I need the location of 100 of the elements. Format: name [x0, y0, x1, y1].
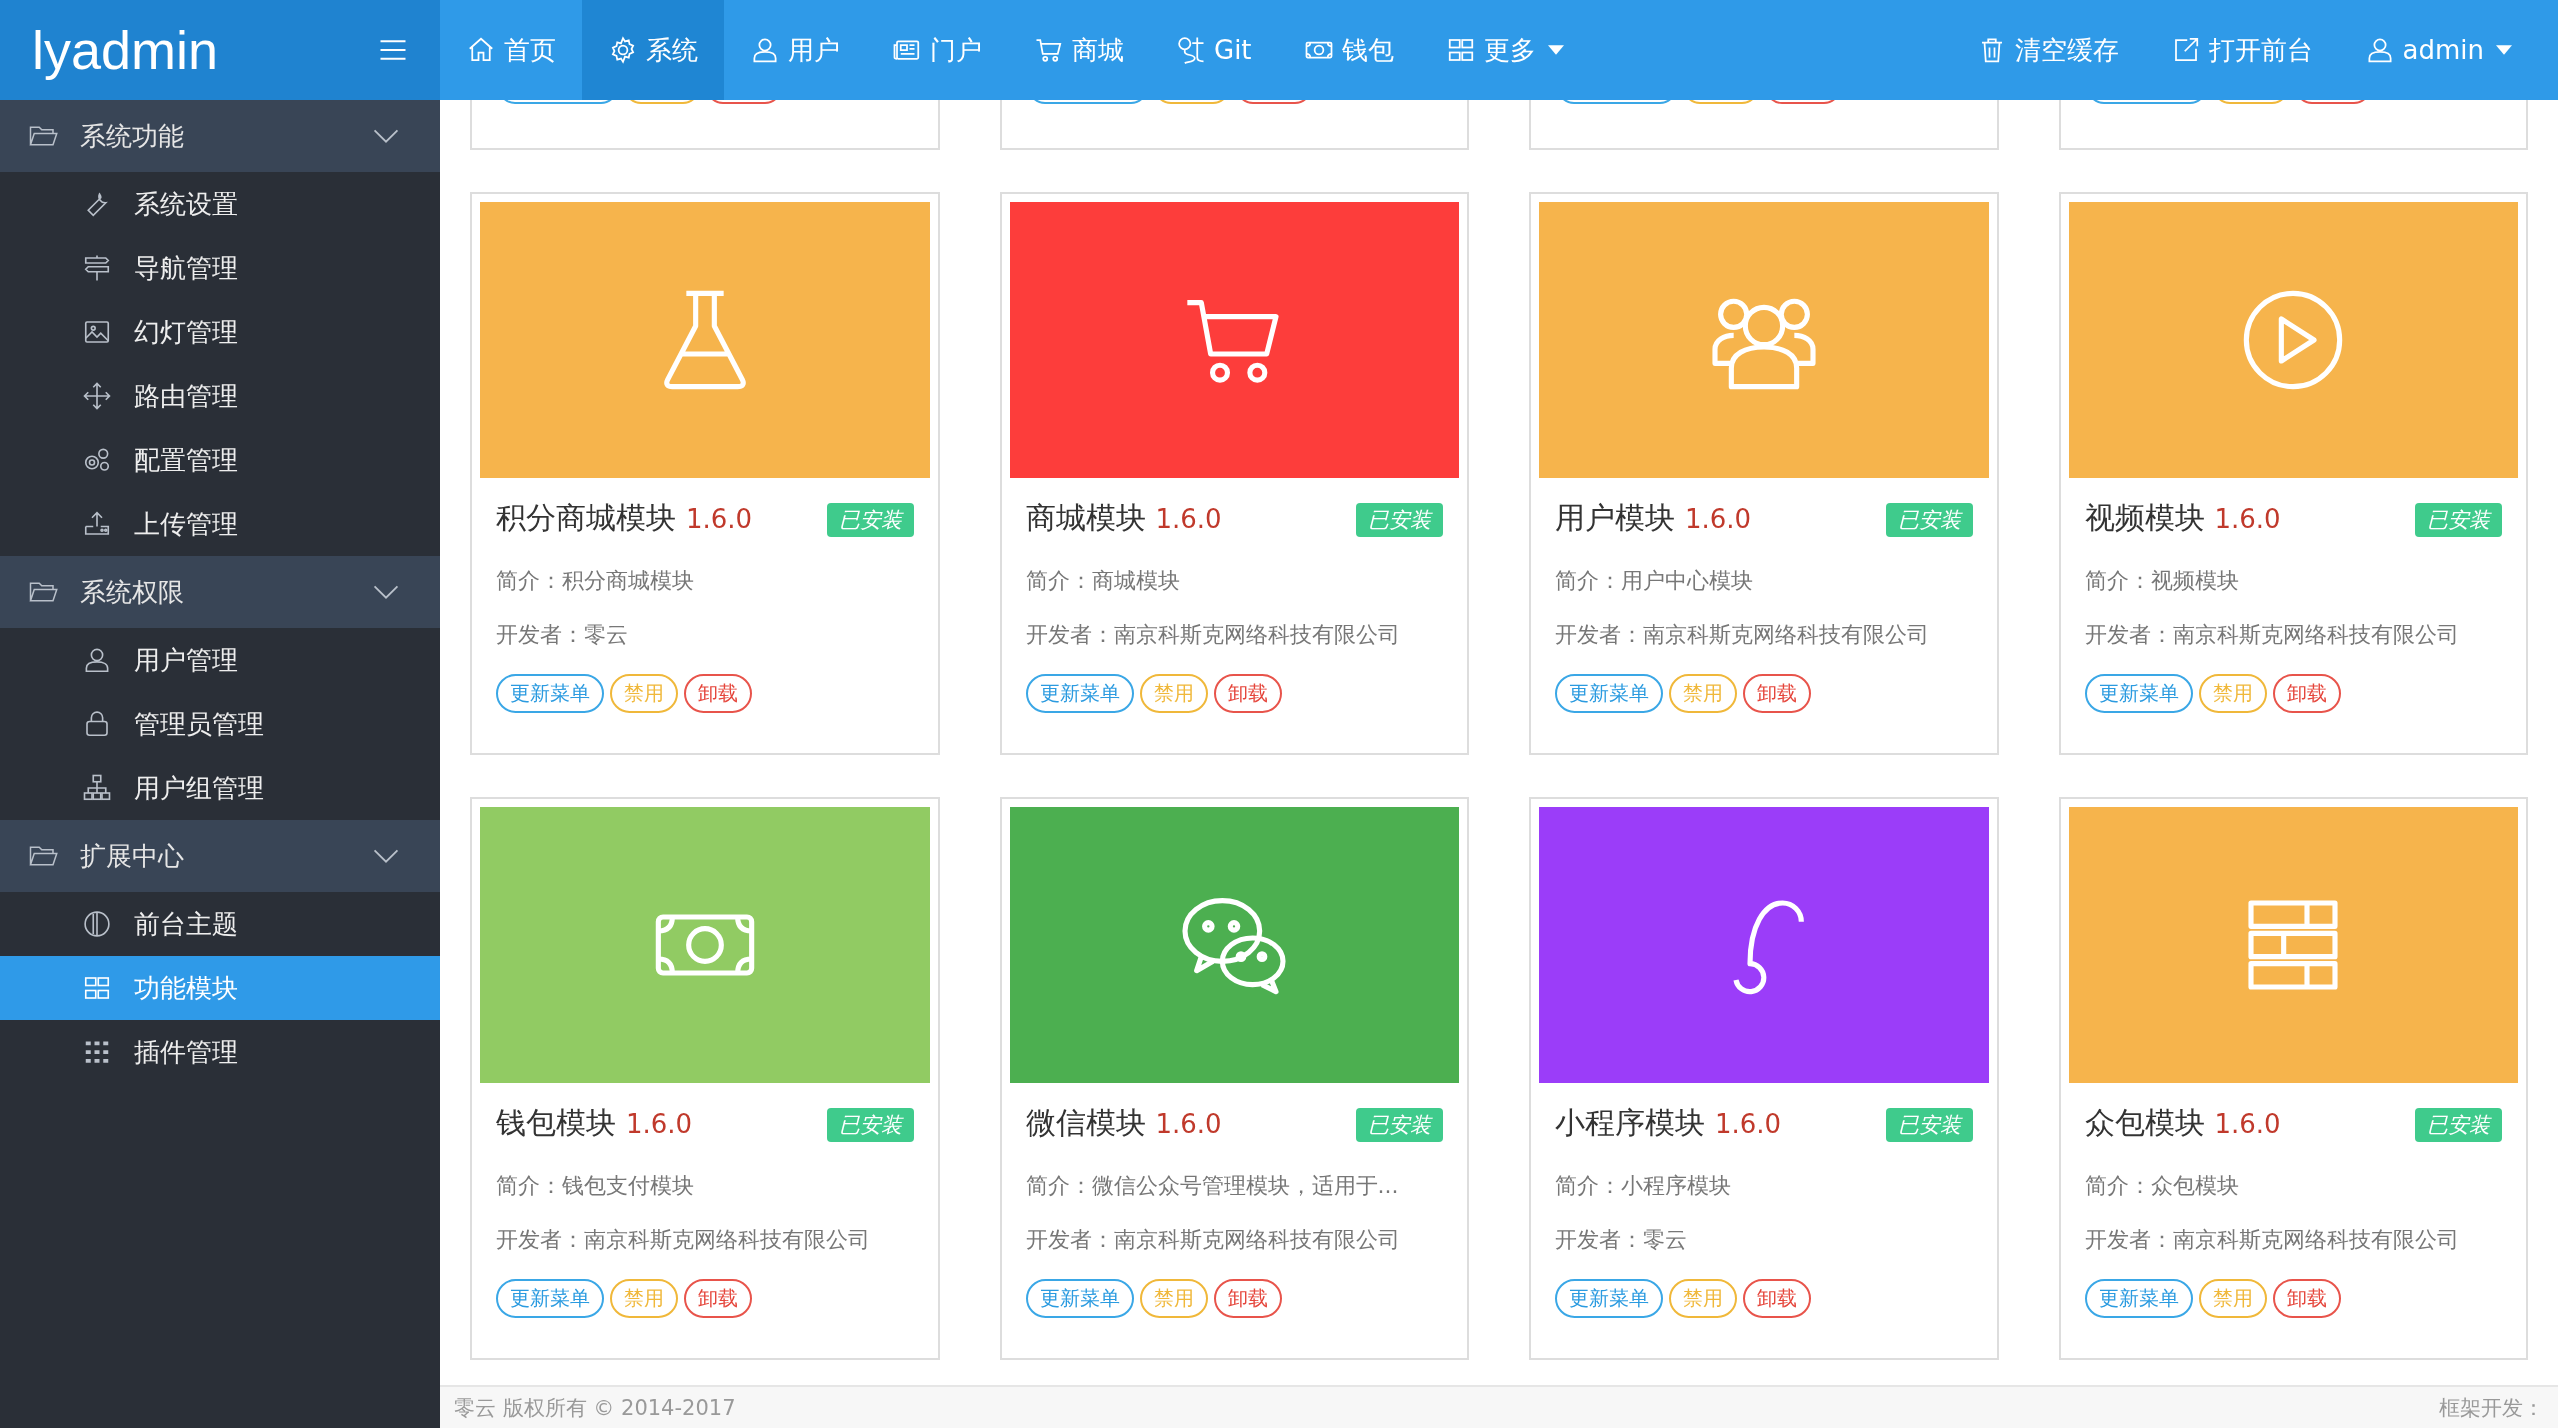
- module-developer: 开发者：南京科斯克网络科技有限公司: [1025, 1226, 1401, 1254]
- module-title: 积分商城模块: [496, 499, 676, 537]
- nav-tab[interactable]: 门户: [866, 0, 1008, 100]
- chevron-icon: [372, 584, 400, 600]
- chevron-icon: [372, 128, 400, 144]
- module-title: 视频模块: [2084, 499, 2205, 537]
- sidebar-item[interactable]: 幻灯管理: [0, 300, 440, 364]
- nav-link[interactable]: admin: [2338, 0, 2538, 100]
- module-intro: 简介：商城模块: [1025, 567, 1181, 595]
- status-badge: 已安装: [2415, 1108, 2502, 1142]
- action-button[interactable]: 禁用: [2198, 674, 2267, 713]
- status-badge: 已安装: [1356, 503, 1443, 537]
- module-version: 1.6.0: [1715, 1109, 1783, 1139]
- nav-link[interactable]: 清空缓存: [1950, 0, 2145, 100]
- module-developer: 开发者：南京科斯克网络科技有限公司: [1555, 621, 1930, 649]
- chevron-icon: [372, 848, 400, 864]
- action-button[interactable]: 卸载: [1213, 674, 1282, 713]
- action-button[interactable]: 更新菜单: [1025, 674, 1134, 713]
- sidebar-item[interactable]: 用户管理: [0, 628, 440, 692]
- action-button[interactable]: 更新菜单: [2084, 1279, 2193, 1318]
- sidebar-item[interactable]: 导航管理: [0, 236, 440, 300]
- module-version: 1.6.0: [1685, 504, 1753, 534]
- module-developer: 开发者：南京科斯克网络科技有限公司: [2084, 1226, 2460, 1254]
- status-badge: 已安装: [826, 1108, 914, 1142]
- action-button[interactable]: 更新菜单: [1025, 1279, 1134, 1318]
- git-icon: [1176, 35, 1206, 65]
- status-badge: 已安装: [1885, 1108, 1973, 1142]
- action-button[interactable]: 卸载: [1213, 1279, 1282, 1318]
- module-intro: 简介：积分商城模块: [496, 567, 695, 595]
- module-version: 1.6.0: [1155, 504, 1223, 534]
- caret-icon: [1547, 45, 1564, 55]
- action-button[interactable]: 卸载: [684, 1279, 752, 1318]
- sidebar-group-header[interactable]: 系统功能: [0, 100, 440, 172]
- action-button[interactable]: 卸载: [2272, 674, 2341, 713]
- module-developer: 开发者：南京科斯克网络科技有限公司: [1025, 621, 1401, 649]
- module-developer: 开发者：零云: [496, 621, 629, 649]
- nav-tab[interactable]: 商城: [1008, 0, 1150, 100]
- action-button[interactable]: 禁用: [610, 1279, 678, 1318]
- action-button[interactable]: 禁用: [1669, 674, 1737, 713]
- sidebar-item[interactable]: 配置管理: [0, 428, 440, 492]
- module-title: 小程序模块: [1555, 1104, 1705, 1142]
- module-version: 1.6.0: [626, 1109, 694, 1139]
- credit-text: 框架开发：: [2439, 1394, 2544, 1422]
- module-intro: 简介：众包模块: [2084, 1172, 2240, 1200]
- module-title: 钱包模块: [496, 1104, 616, 1142]
- module-intro: 简介：视频模块: [2084, 567, 2240, 595]
- status-badge: 已安装: [1885, 503, 1973, 537]
- sidebar-item[interactable]: 路由管理: [0, 364, 440, 428]
- nav-tab[interactable]: 更多: [1419, 0, 1590, 100]
- nav-link[interactable]: 打开前台: [2144, 0, 2339, 100]
- action-button[interactable]: 卸载: [1743, 1279, 1811, 1318]
- sidebar-item[interactable]: 系统设置: [0, 172, 440, 236]
- action-button[interactable]: 禁用: [2198, 1279, 2267, 1318]
- sitemap-icon: [82, 773, 112, 803]
- status-badge: 已安装: [2415, 503, 2502, 537]
- logo-text[interactable]: lyadmin: [32, 19, 219, 81]
- nav-tab[interactable]: Git: [1150, 0, 1278, 100]
- action-button[interactable]: 更新菜单: [1555, 674, 1663, 713]
- sidebar-item[interactable]: 用户组管理: [0, 756, 440, 820]
- module-version: 1.6.0: [2214, 504, 2282, 534]
- nav-tab[interactable]: 系统: [582, 0, 724, 100]
- module-title: 微信模块: [1025, 1104, 1146, 1142]
- sidebar-group-header[interactable]: 系统权限: [0, 556, 440, 628]
- copyright-text: 零云 版权所有 © 2014-2017: [454, 1394, 736, 1422]
- sidebar-item[interactable]: 管理员管理: [0, 692, 440, 756]
- caret-icon: [2496, 45, 2512, 55]
- nav-tab[interactable]: 钱包: [1277, 0, 1420, 100]
- nav-tab[interactable]: 用户: [724, 0, 866, 100]
- sidebar-item[interactable]: 插件管理: [0, 1020, 440, 1084]
- action-button[interactable]: 更新菜单: [2084, 674, 2193, 713]
- move-arrows-icon: [82, 381, 112, 411]
- sidebar-item[interactable]: 前台主题: [0, 892, 440, 956]
- sidebar-group-header[interactable]: 扩展中心: [0, 820, 440, 892]
- module-title: 商城模块: [1025, 499, 1146, 537]
- sidebar-item[interactable]: 功能模块: [0, 956, 440, 1020]
- action-button[interactable]: 禁用: [1139, 1279, 1208, 1318]
- action-button[interactable]: 更新菜单: [496, 1279, 604, 1318]
- action-button[interactable]: 更新菜单: [496, 674, 604, 713]
- status-badge: 已安装: [826, 503, 914, 537]
- module-developer: 开发者：零云: [1555, 1226, 1688, 1254]
- action-button[interactable]: 禁用: [610, 674, 678, 713]
- module-intro: 简介：小程序模块: [1555, 1172, 1732, 1200]
- action-button[interactable]: 禁用: [1139, 674, 1208, 713]
- module-title: 众包模块: [2084, 1104, 2205, 1142]
- action-button[interactable]: 卸载: [684, 674, 752, 713]
- action-button[interactable]: 更新菜单: [1555, 1279, 1663, 1318]
- action-button[interactable]: 卸载: [1743, 674, 1811, 713]
- action-button[interactable]: 禁用: [1669, 1279, 1737, 1318]
- sidebar-item[interactable]: 上传管理: [0, 492, 440, 556]
- module-intro: 简介：微信公众号管理模块，适用于...: [1025, 1172, 1400, 1200]
- module-developer: 开发者：南京科斯克网络科技有限公司: [2084, 621, 2460, 649]
- module-intro: 简介：用户中心模块: [1555, 567, 1754, 595]
- nav-tab[interactable]: 首页: [440, 0, 582, 100]
- module-developer: 开发者：南京科斯克网络科技有限公司: [496, 1226, 871, 1254]
- module-version: 1.6.0: [1155, 1109, 1223, 1139]
- module-version: 1.6.0: [686, 504, 754, 534]
- action-button[interactable]: 卸载: [2272, 1279, 2341, 1318]
- signpost-icon: [82, 253, 112, 283]
- half-circle-icon: [82, 909, 112, 939]
- module-version: 1.6.0: [2214, 1109, 2282, 1139]
